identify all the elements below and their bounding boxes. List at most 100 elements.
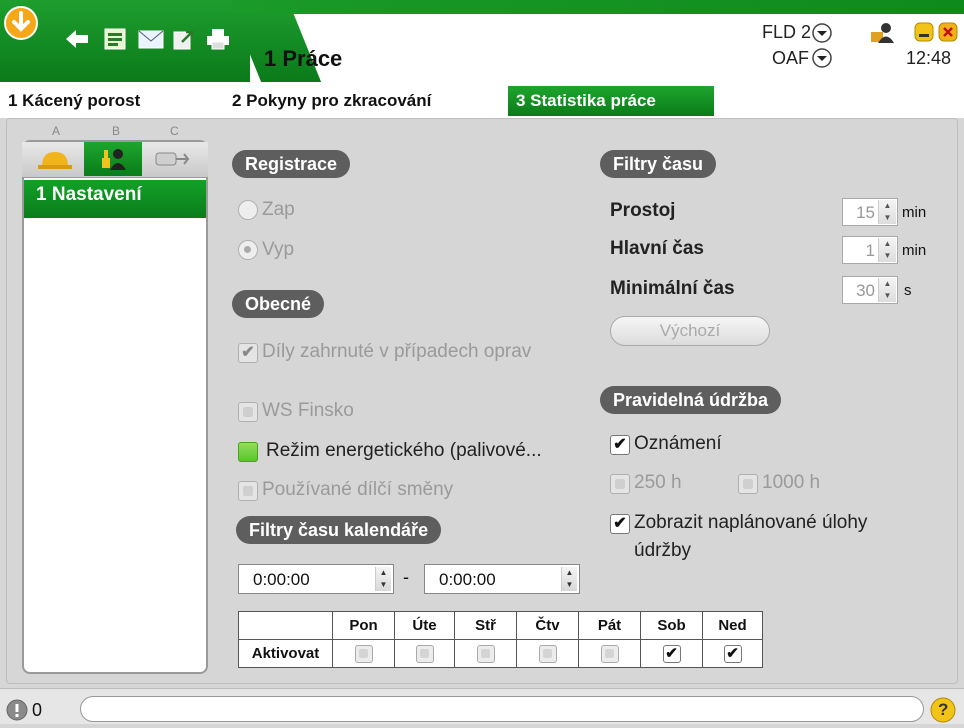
prostoj-label: Prostoj [610,200,676,221]
udrzba-heading: Pravidelná údržba [600,386,782,414]
checkbox-zobrazit-label-2: údržby [634,540,692,561]
checkbox-smeny[interactable] [238,481,258,501]
time-to-spinner[interactable]: ▲ ▼ [561,567,577,591]
day-checkbox-pon[interactable] [354,644,373,663]
checkbox-dily-label: Díly zahrnuté v případech oprav [262,341,532,362]
harvester-head-icon [155,152,190,166]
checkbox-1000h[interactable] [738,474,758,494]
minimalni-cas-input[interactable]: 30 ▲ ▼ [842,276,898,304]
day-header: Pát [578,611,641,640]
day-checkbox-ute[interactable] [415,644,434,663]
checkbox-dily[interactable]: ✔ [238,343,258,363]
radio-vyp-label: Vyp [262,239,295,260]
time-dash: - [403,567,409,587]
kalendar-heading: Filtry času kalendáře [236,516,442,544]
checkbox-oznameni[interactable]: ✔ [610,435,630,455]
time-to-value: 0:00:00 [439,570,496,589]
prostoj-input[interactable]: 15 ▲ ▼ [842,198,898,226]
alert-icon[interactable] [6,699,28,726]
column-c-label: C [170,124,179,138]
checkbox-1000h-label: 1000 h [762,472,821,493]
checkbox-smeny-label: Používané dílčí směny [262,479,454,500]
hlavni-cas-value: 1 [865,241,875,260]
sidebar-tab-b[interactable] [84,142,142,176]
time-from-spinner[interactable]: ▲ ▼ [375,567,391,591]
radio-zap[interactable] [238,200,258,220]
column-a-label: A [52,124,61,138]
sidebar-tab-c[interactable] [142,142,200,176]
user-lock-icon[interactable] [870,22,894,49]
checkbox-250h[interactable] [610,474,630,494]
checkbox-zobrazit-label: Zobrazit naplánované úlohy [634,512,868,533]
minimalni-cas-label: Minimální čas [610,278,735,299]
registrace-heading: Registrace [232,150,351,178]
day-header: Čtv [516,611,579,640]
oaf-label: OAF [772,48,810,68]
prostoj-value: 15 [856,203,875,222]
close-icon[interactable] [938,22,958,47]
time-from-value: 0:00:00 [253,570,310,589]
checkbox-rezim-label: Režim energetického (palivové... [266,440,542,461]
vychozi-button[interactable]: Výchozí [610,316,770,346]
day-checkbox-ned[interactable]: ✔ [723,644,742,663]
day-checkbox-sob[interactable]: ✔ [662,644,681,663]
oaf-dropdown-icon[interactable] [812,48,832,73]
radio-vyp[interactable] [238,240,258,260]
prostoj-spinner[interactable]: ▲ ▼ [878,200,896,224]
checkbox-oznameni-label: Oznámení [634,433,722,454]
fld-dropdown-icon[interactable] [812,23,832,48]
minimalni-cas-value: 30 [856,281,875,300]
day-header: Ned [702,611,763,640]
page-title: 1 Práce [264,46,343,71]
day-header: Pon [332,611,395,640]
obecne-heading: Obecné [232,290,325,318]
alert-count: 0 [32,700,43,720]
helmet-icon [38,152,72,169]
radio-zap-label: Zap [262,199,295,220]
minimize-icon[interactable] [914,22,934,47]
hlavni-cas-unit: min [902,242,927,259]
hlavni-cas-input[interactable]: 1 ▲ ▼ [842,236,898,264]
header-accent-strip [232,0,964,14]
help-label: ? [938,700,949,719]
day-checkbox-pat[interactable] [600,644,619,663]
checkbox-rezim[interactable] [238,442,258,462]
tab-pokyny[interactable]: 2 Pokyny pro zkracování [224,86,439,116]
day-checkbox-ctv[interactable] [538,644,557,663]
back-arrow-icon[interactable] [64,28,90,55]
time-from-input[interactable]: 0:00:00 ▲ ▼ [238,564,394,594]
tab-kaceny-porost[interactable]: 1 Kácený porost [0,86,148,116]
column-b-label: B [112,124,121,138]
aktivovat-label: Aktivovat [238,639,333,668]
report-icon[interactable] [104,28,126,55]
day-header: Sob [640,611,703,640]
prostoj-unit: min [902,204,927,221]
sidebar-item-nastaveni[interactable]: 1 Nastavení [24,180,206,218]
menu-down-icon[interactable] [4,6,38,45]
checkbox-ws-finsko-label: WS Finsko [262,400,354,421]
days-corner [238,611,333,640]
minimalni-cas-unit: s [904,282,912,299]
message-icon[interactable] [138,28,164,55]
time-to-input[interactable]: 0:00:00 ▲ ▼ [424,564,580,594]
checkbox-zobrazit[interactable]: ✔ [610,514,630,534]
sidebar-tab-a[interactable] [26,142,84,176]
checkbox-ws-finsko[interactable] [238,402,258,422]
filtry-heading: Filtry času [600,150,717,178]
sidebar-tabs [22,142,208,178]
message-field[interactable] [80,696,924,722]
clock: 12:48 [906,48,952,68]
sidebar [22,140,208,674]
export-icon[interactable] [172,28,196,55]
fld-label: FLD 2 [762,22,812,42]
day-header: Úte [394,611,455,640]
hlavni-cas-label: Hlavní čas [610,238,704,259]
print-icon[interactable] [206,28,230,55]
operator-tools-icon [102,149,126,170]
checkbox-250h-label: 250 h [634,472,682,493]
day-checkbox-str[interactable] [476,644,495,663]
days-table: Pon Úte Stř Čtv Pát Sob Ned Aktivovat ✔ … [238,611,763,668]
minimalni-cas-spinner[interactable]: ▲ ▼ [878,278,896,302]
hlavni-cas-spinner[interactable]: ▲ ▼ [878,238,896,262]
tab-statistika-prace[interactable]: 3 Statistika práce [508,86,714,116]
